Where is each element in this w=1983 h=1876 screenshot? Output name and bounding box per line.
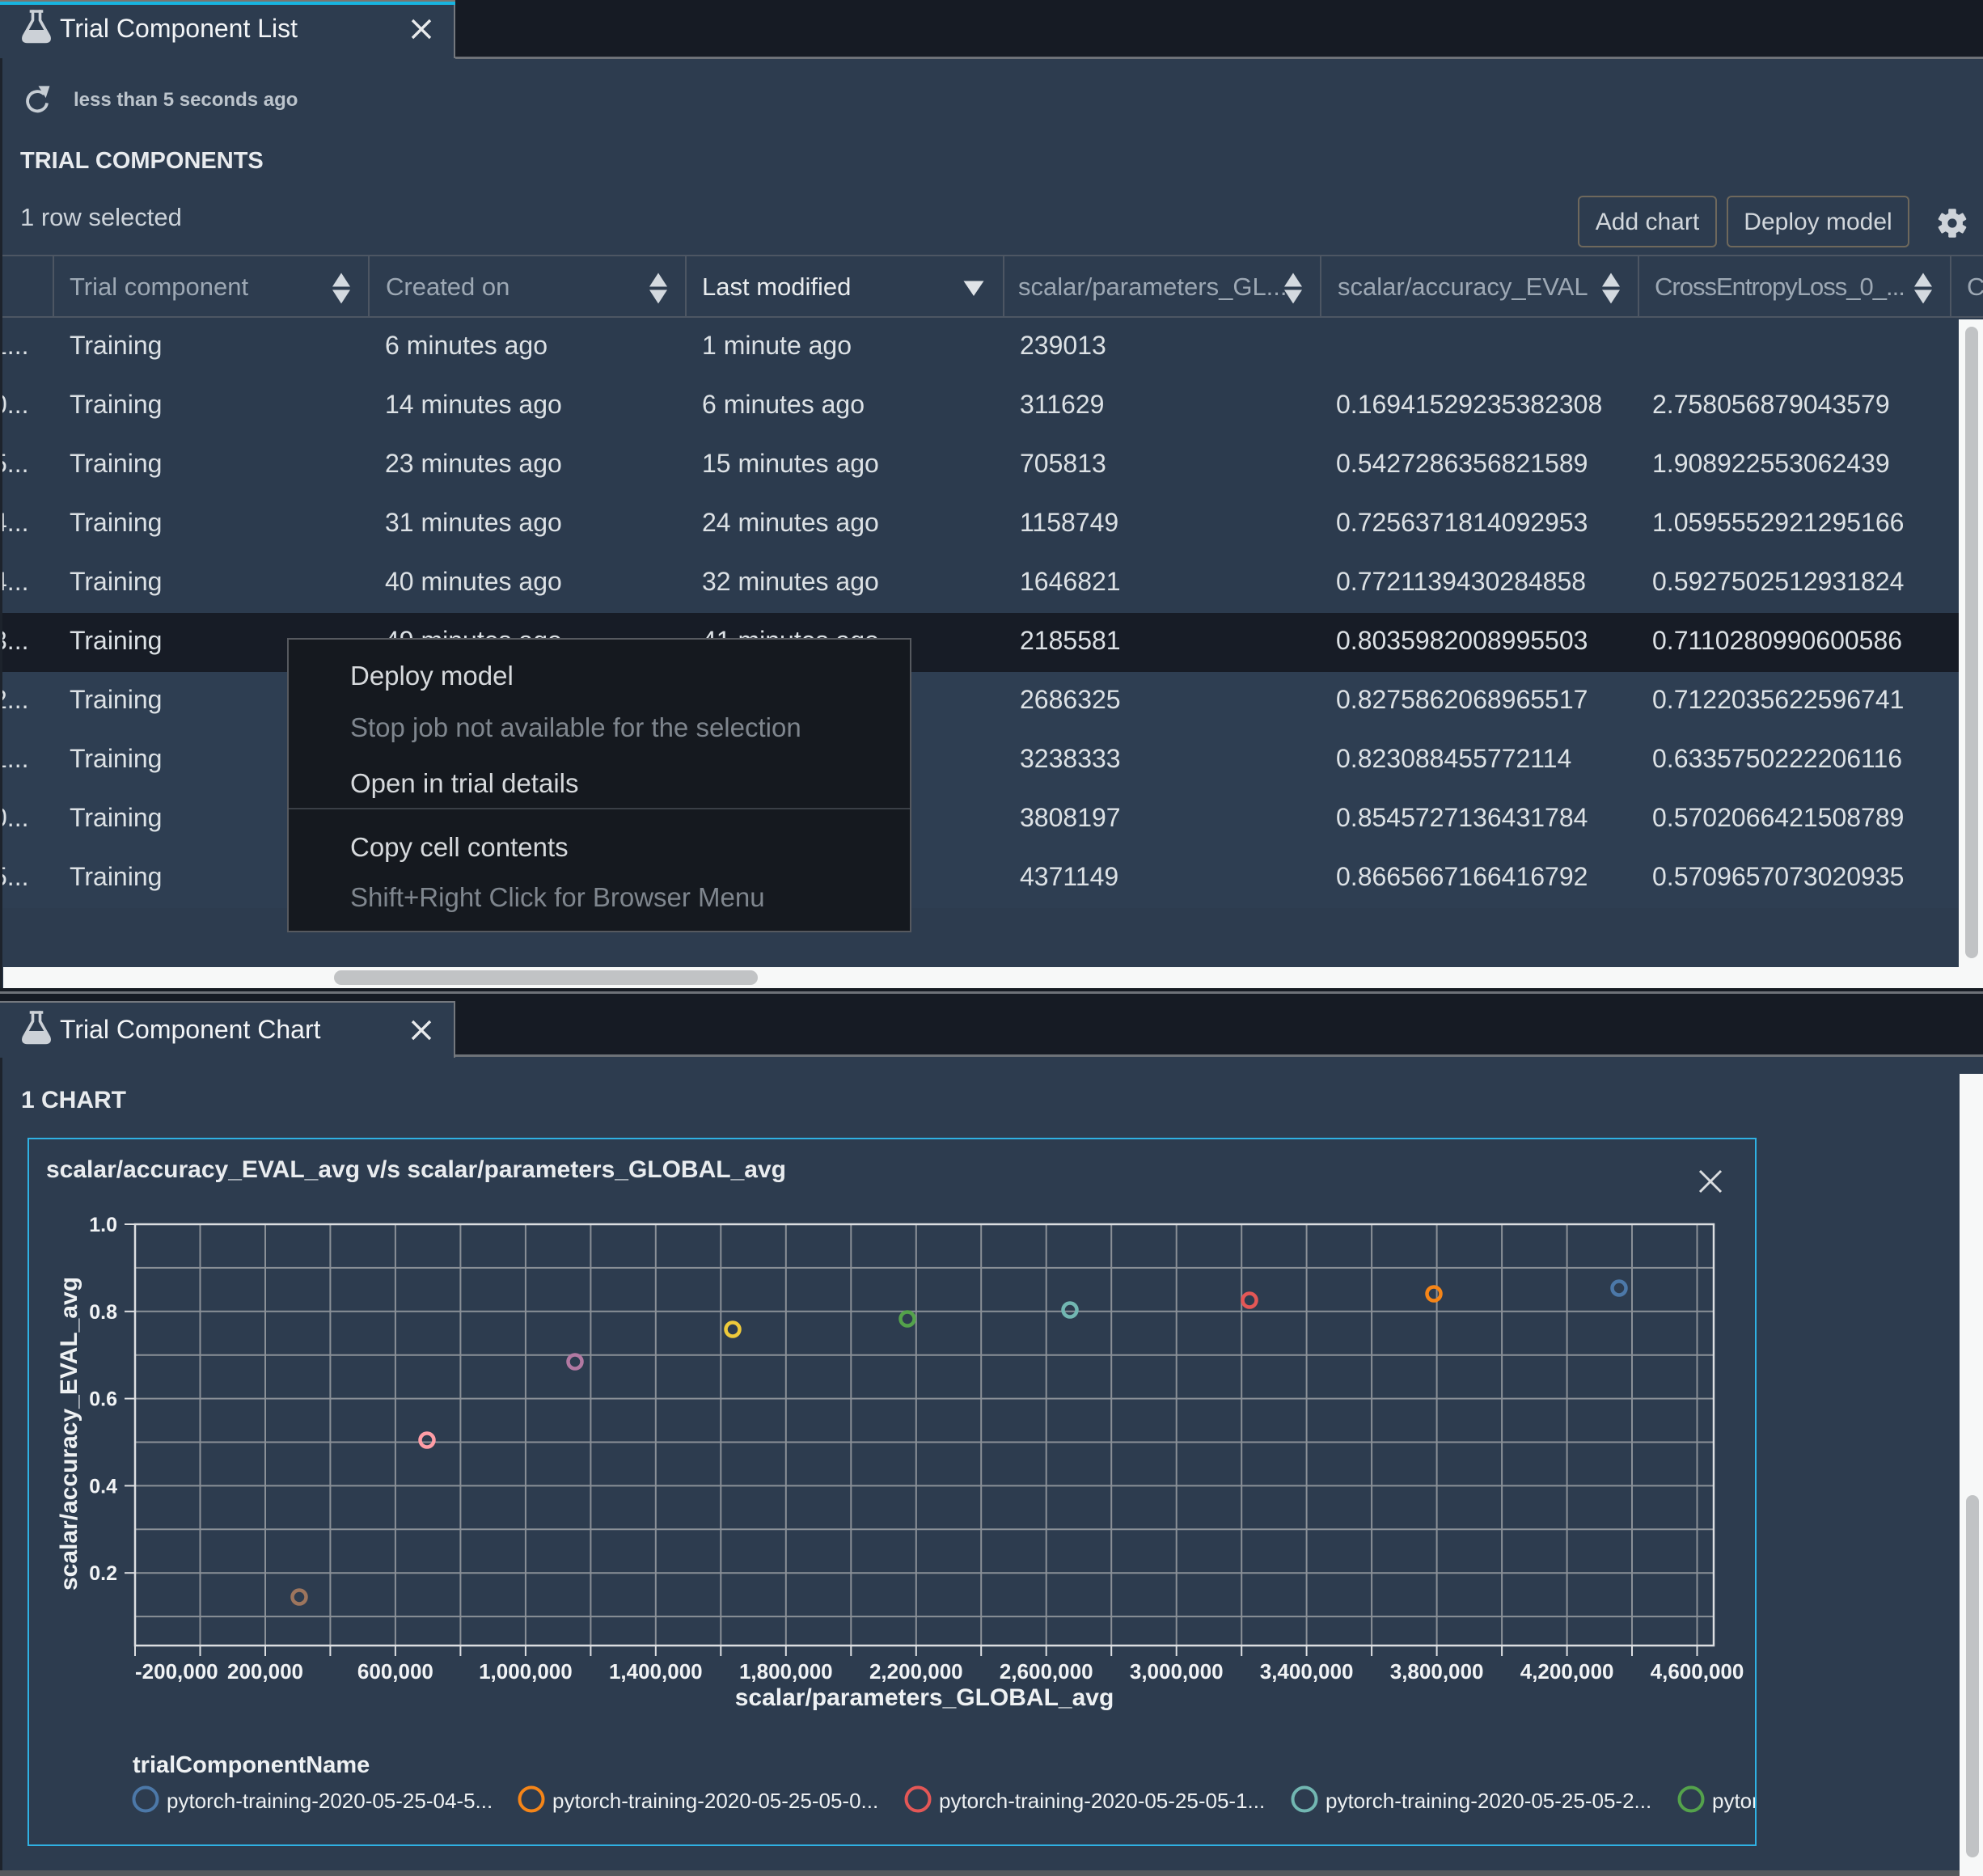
svg-text:pytorch-training-2020-05-25-05: pytorch-training-2020-05-25-05-1... bbox=[939, 1789, 1265, 1813]
svg-text:600,000: 600,000 bbox=[357, 1659, 433, 1684]
svg-text:pytorch-training-2020-05-25-05: pytorch-training-2020-05-25-05-2... bbox=[1326, 1789, 1651, 1813]
svg-text:1,800,000: 1,800,000 bbox=[739, 1659, 833, 1684]
svg-text:trialComponentName: trialComponentName bbox=[133, 1752, 370, 1778]
svg-text:1,400,000: 1,400,000 bbox=[609, 1659, 703, 1684]
svg-text:0.6: 0.6 bbox=[89, 1388, 117, 1411]
svg-text:pytorch-training-2020-05-25-05: pytorch-training-2020-05-25-05-2... bbox=[1712, 1789, 1755, 1813]
svg-text:4,600,000: 4,600,000 bbox=[1651, 1659, 1744, 1684]
svg-text:0.2: 0.2 bbox=[89, 1562, 117, 1585]
svg-text:1,000,000: 1,000,000 bbox=[479, 1659, 573, 1684]
svg-text:1.0: 1.0 bbox=[89, 1214, 117, 1236]
svg-text:3,000,000: 3,000,000 bbox=[1130, 1659, 1224, 1684]
svg-text:2,200,000: 2,200,000 bbox=[869, 1659, 963, 1684]
svg-text:pytorch-training-2020-05-25-04: pytorch-training-2020-05-25-04-5... bbox=[167, 1789, 493, 1813]
svg-text:scalar/accuracy_EVAL_avg v/s s: scalar/accuracy_EVAL_avg v/s scalar/para… bbox=[46, 1156, 786, 1183]
svg-text:3,400,000: 3,400,000 bbox=[1260, 1659, 1354, 1684]
svg-text:0.8: 0.8 bbox=[89, 1301, 117, 1324]
svg-text:scalar/accuracy_EVAL_avg: scalar/accuracy_EVAL_avg bbox=[56, 1277, 82, 1591]
svg-text:0.4: 0.4 bbox=[89, 1475, 117, 1498]
svg-text:4,200,000: 4,200,000 bbox=[1520, 1659, 1614, 1684]
svg-text:2,600,000: 2,600,000 bbox=[1000, 1659, 1093, 1684]
svg-text:pytorch-training-2020-05-25-05: pytorch-training-2020-05-25-05-0... bbox=[552, 1789, 878, 1813]
svg-text:200,000: 200,000 bbox=[227, 1659, 303, 1684]
svg-text:-200,000: -200,000 bbox=[135, 1659, 218, 1684]
svg-text:scalar/parameters_GLOBAL_avg: scalar/parameters_GLOBAL_avg bbox=[735, 1684, 1114, 1711]
svg-text:3,800,000: 3,800,000 bbox=[1390, 1659, 1484, 1684]
